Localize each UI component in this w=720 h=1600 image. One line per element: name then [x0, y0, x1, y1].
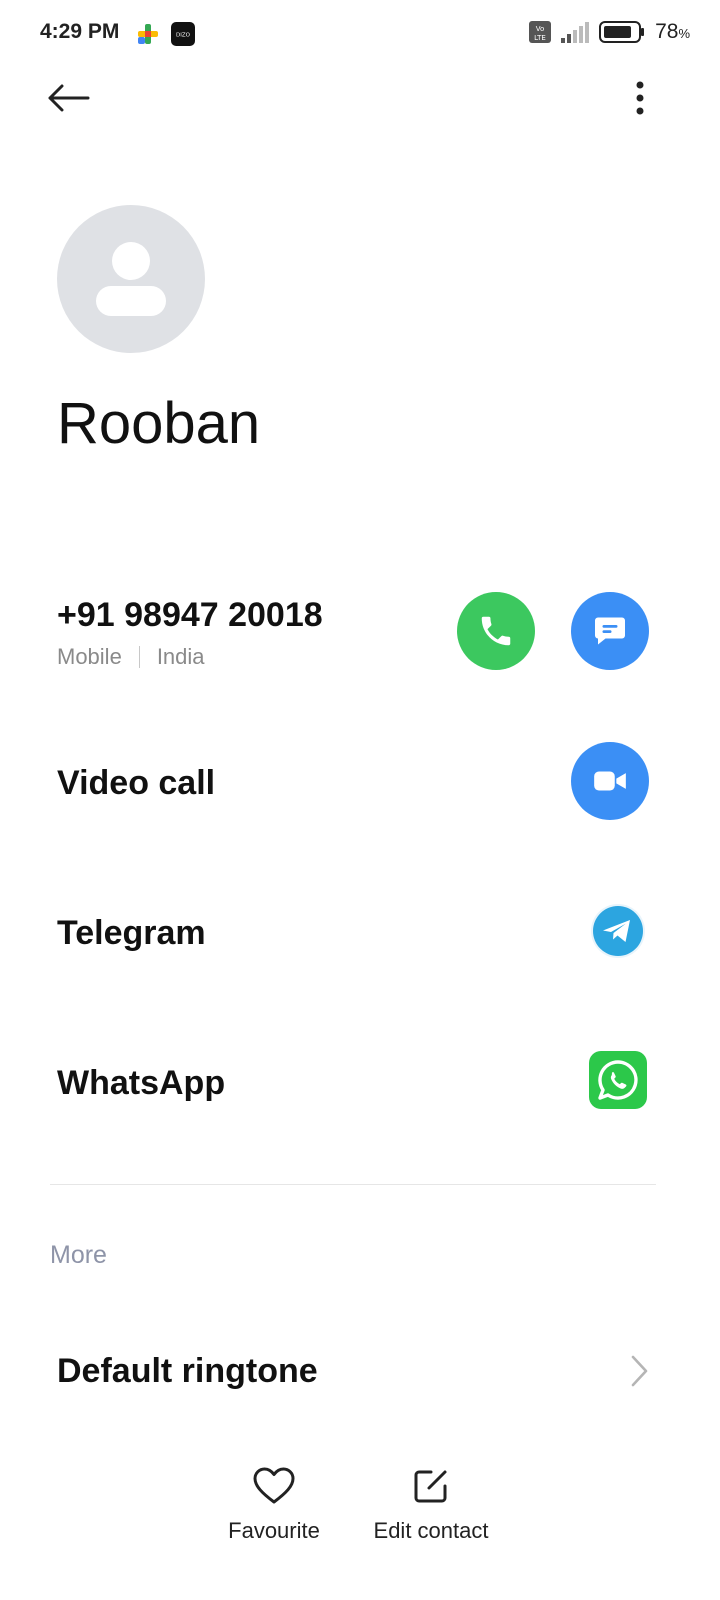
telegram-button[interactable] — [590, 903, 646, 959]
more-section-header: More — [50, 1241, 107, 1269]
more-options-button[interactable] — [616, 70, 664, 126]
battery-percentage: 78% — [655, 20, 690, 44]
favourite-button[interactable]: Favourite — [214, 1466, 334, 1544]
back-button[interactable] — [40, 70, 96, 126]
phone-region: India — [156, 644, 205, 669]
signal-icon — [561, 22, 590, 43]
edit-icon — [414, 1470, 447, 1503]
message-icon — [595, 617, 625, 645]
whatsapp-icon — [598, 1060, 638, 1100]
edit-contact-button[interactable]: Edit contact — [360, 1466, 502, 1544]
default-ringtone-label: Default ringtone — [57, 1352, 318, 1390]
phone-icon — [481, 616, 511, 646]
back-arrow-icon — [48, 84, 90, 112]
phone-meta: Mobile India — [57, 644, 205, 670]
svg-text:Vo: Vo — [536, 25, 545, 33]
more-vert-icon — [636, 81, 644, 115]
status-indicators: Vo LTE 78% — [529, 20, 690, 44]
volte-icon: Vo LTE — [529, 21, 552, 43]
section-divider — [50, 1184, 656, 1185]
whatsapp-button[interactable] — [589, 1051, 647, 1109]
whatsapp-label[interactable]: WhatsApp — [57, 1064, 225, 1103]
edit-contact-label: Edit contact — [373, 1518, 489, 1543]
contact-name: Rooban — [57, 391, 261, 456]
status-time: 4:29 PM — [40, 20, 120, 43]
video-call-button[interactable] — [571, 742, 649, 820]
default-ringtone-row[interactable]: Default ringtone — [0, 1330, 720, 1414]
phone-meta-divider — [138, 646, 140, 668]
telegram-label[interactable]: Telegram — [57, 914, 206, 953]
app-notification-icon — [136, 22, 160, 46]
video-call-label[interactable]: Video call — [57, 764, 215, 803]
battery-unit: % — [678, 26, 690, 41]
videocam-icon — [594, 771, 626, 791]
chevron-right-icon — [631, 1355, 648, 1387]
heart-icon — [253, 1467, 295, 1504]
dizo-app-icon: DIZO — [171, 22, 195, 46]
contact-avatar — [57, 205, 205, 353]
telegram-icon — [591, 904, 645, 958]
message-button[interactable] — [571, 592, 649, 670]
dizo-app-badge-text: DIZO — [176, 33, 191, 39]
call-button[interactable] — [457, 592, 535, 670]
phone-number[interactable]: +91 98947 20018 — [57, 596, 323, 635]
battery-value: 78 — [655, 20, 679, 43]
battery-icon — [599, 21, 645, 43]
person-icon — [96, 242, 166, 316]
favourite-label: Favourite — [228, 1518, 320, 1543]
phone-type: Mobile — [57, 644, 122, 669]
svg-text:LTE: LTE — [534, 34, 546, 42]
